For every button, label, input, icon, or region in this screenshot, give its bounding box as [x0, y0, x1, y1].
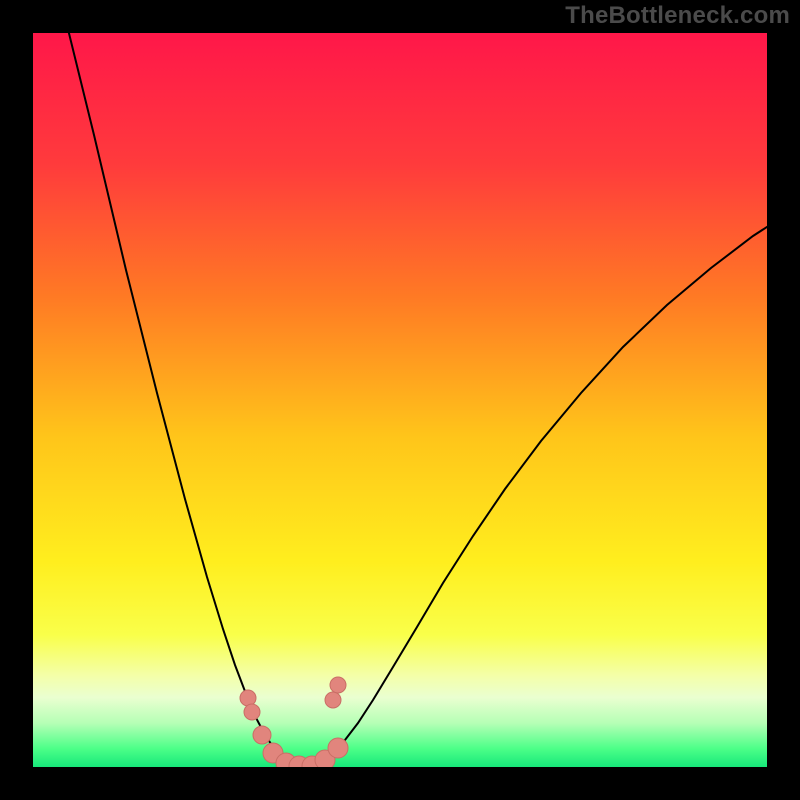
curve-marker	[240, 690, 256, 706]
plot-svg	[33, 33, 767, 767]
plot-area	[33, 33, 767, 767]
chart-frame: TheBottleneck.com	[0, 0, 800, 800]
curve-marker	[328, 738, 348, 758]
curve-marker	[244, 704, 260, 720]
watermark-text: TheBottleneck.com	[565, 2, 790, 30]
curve-marker	[330, 677, 346, 693]
curve-marker	[253, 726, 271, 744]
curve-marker	[325, 692, 341, 708]
